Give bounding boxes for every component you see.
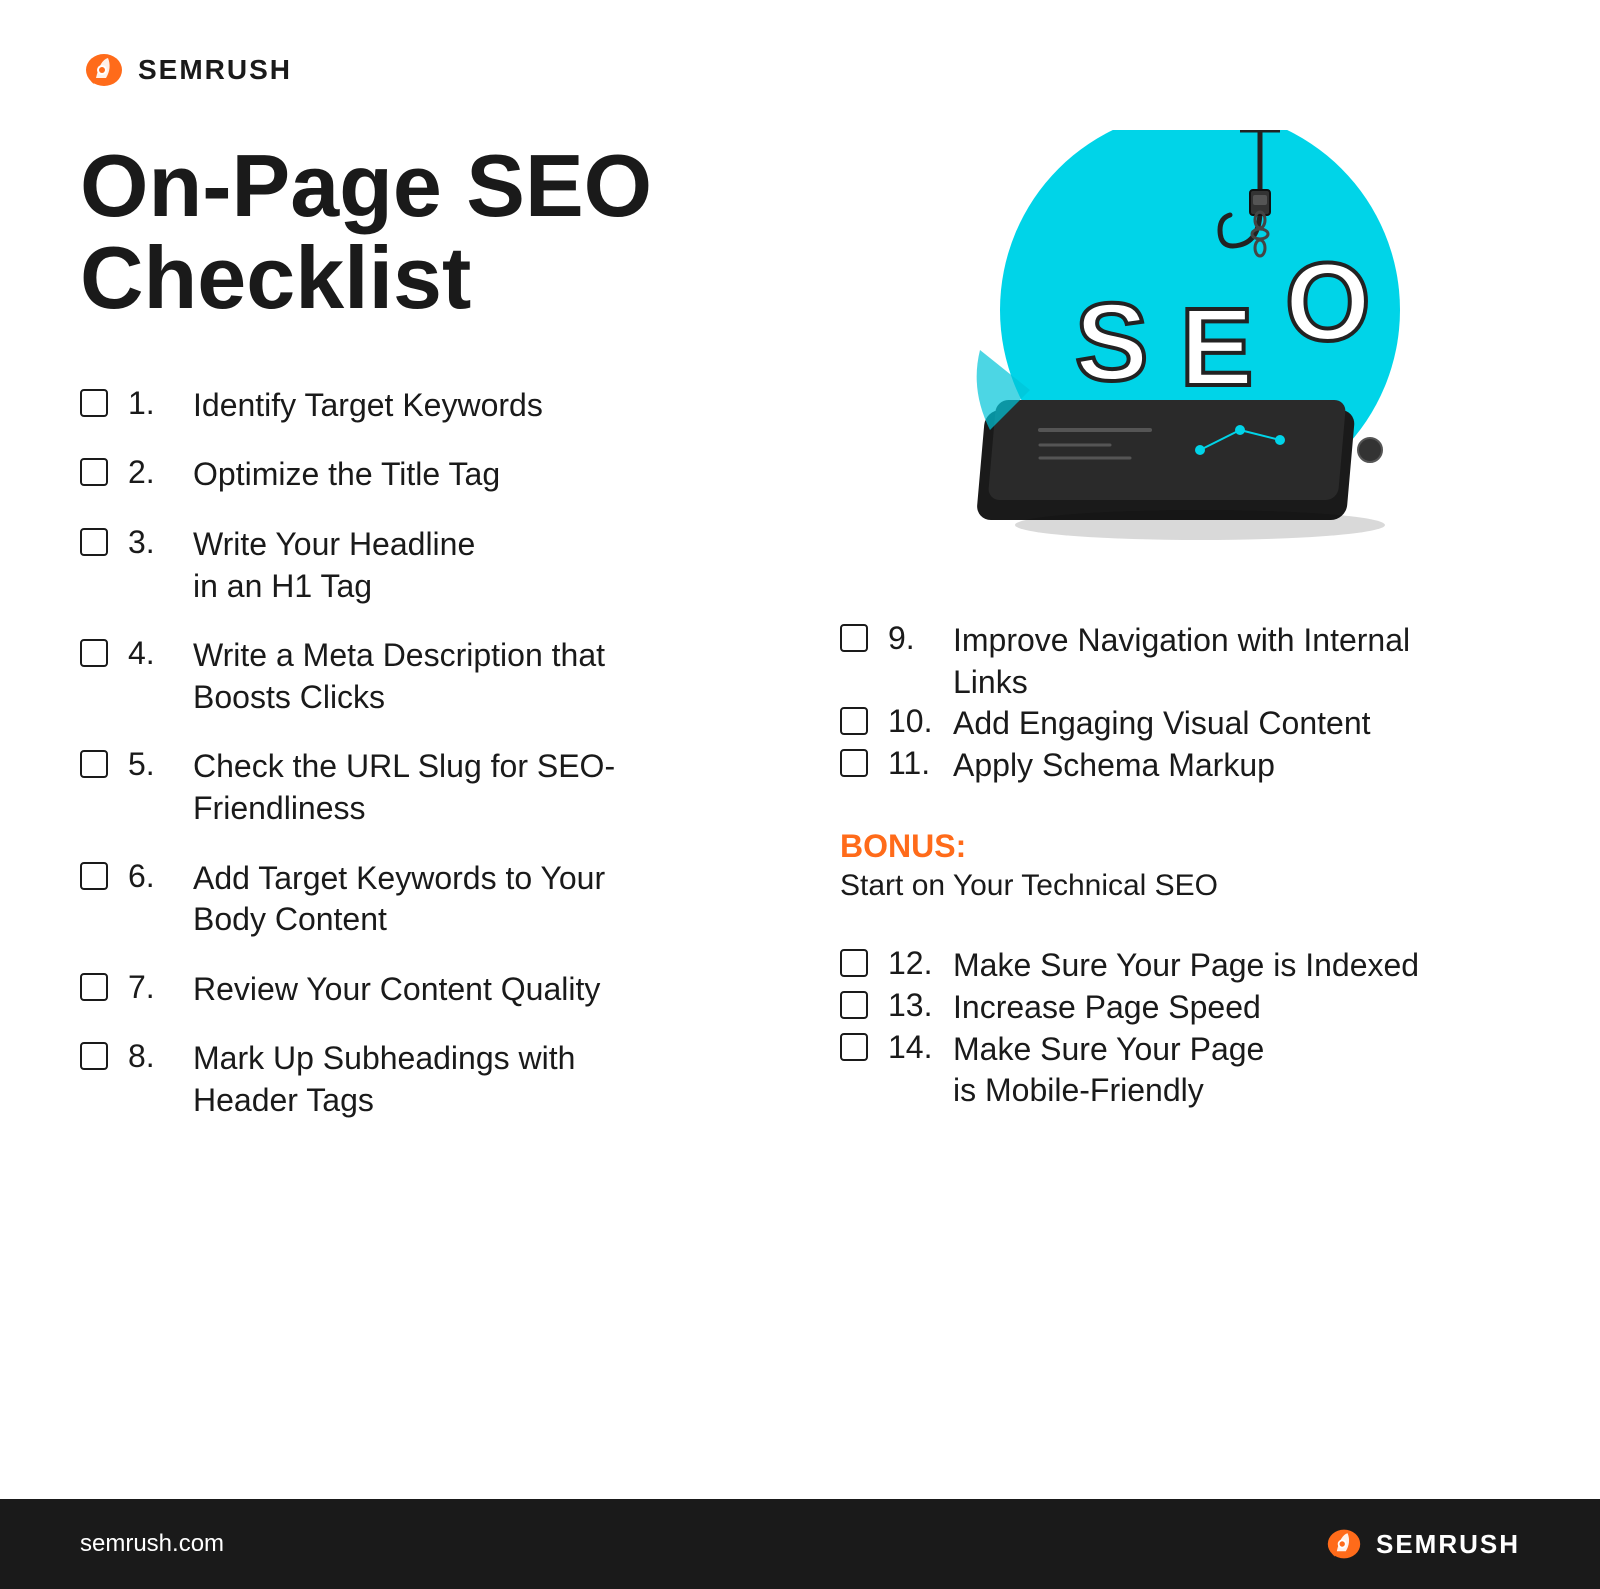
item-number-r9: 9. — [888, 620, 933, 657]
header-logo-text: SEMRUSH — [138, 54, 292, 86]
item-text-2: Optimize the Title Tag — [193, 454, 500, 496]
bonus-section: BONUS: Start on Your Technical SEO — [840, 818, 1520, 913]
item-number-4: 4. — [128, 635, 173, 672]
item-number-2: 2. — [128, 454, 173, 491]
checkbox-2[interactable] — [80, 458, 108, 486]
item-number-7: 7. — [128, 969, 173, 1006]
item-number-5: 5. — [128, 746, 173, 783]
checkbox-r9[interactable] — [840, 624, 868, 652]
svg-text:O: O — [1285, 241, 1371, 364]
illustration-area: S E O — [840, 130, 1520, 560]
item-text-r10: Add Engaging Visual Content — [953, 703, 1371, 745]
main-content: SEMRUSH On-Page SEO Checklist 1. Identif… — [0, 0, 1600, 1499]
left-checklist-item: 6. Add Target Keywords to YourBody Conte… — [80, 858, 780, 941]
checkbox-r10[interactable] — [840, 707, 868, 735]
right-checklist-item-bottom: 14. Make Sure Your Pageis Mobile-Friendl… — [840, 1029, 1520, 1112]
right-checklist-item-top: 10. Add Engaging Visual Content — [840, 703, 1520, 745]
left-checklist: 1. Identify Target Keywords 2. Optimize … — [80, 385, 780, 1122]
item-text-r9: Improve Navigation with InternalLinks — [953, 620, 1410, 703]
item-number-8: 8. — [128, 1038, 173, 1075]
item-text-8: Mark Up Subheadings withHeader Tags — [193, 1038, 575, 1121]
item-number-3: 3. — [128, 524, 173, 561]
item-number-r13: 13. — [888, 987, 933, 1024]
left-checklist-item: 3. Write Your Headlinein an H1 Tag — [80, 524, 780, 607]
item-text-4: Write a Meta Description thatBoosts Clic… — [193, 635, 605, 718]
checkbox-3[interactable] — [80, 528, 108, 556]
semrush-logo-icon — [80, 50, 128, 90]
page-body: On-Page SEO Checklist 1. Identify Target… — [80, 130, 1520, 1459]
footer: semrush.com SEMRUSH — [0, 1499, 1600, 1589]
item-number-r11: 11. — [888, 745, 933, 782]
svg-text:E: E — [1180, 286, 1253, 409]
item-text-5: Check the URL Slug for SEO-Friendliness — [193, 746, 615, 829]
item-text-6: Add Target Keywords to YourBody Content — [193, 858, 605, 941]
right-checklist-item-bottom: 12. Make Sure Your Page is Indexed — [840, 945, 1520, 987]
footer-url: semrush.com — [80, 1530, 224, 1558]
item-text-r14: Make Sure Your Pageis Mobile-Friendly — [953, 1029, 1264, 1112]
svg-text:S: S — [1075, 281, 1148, 404]
left-checklist-item: 2. Optimize the Title Tag — [80, 454, 780, 496]
checkbox-4[interactable] — [80, 639, 108, 667]
checkbox-r13[interactable] — [840, 991, 868, 1019]
left-checklist-item: 7. Review Your Content Quality — [80, 969, 780, 1011]
item-number-r14: 14. — [888, 1029, 933, 1066]
item-text-r12: Make Sure Your Page is Indexed — [953, 945, 1419, 987]
checkbox-8[interactable] — [80, 1042, 108, 1070]
checkbox-5[interactable] — [80, 750, 108, 778]
item-text-r11: Apply Schema Markup — [953, 745, 1275, 787]
footer-logo-icon — [1322, 1526, 1366, 1562]
item-text-7: Review Your Content Quality — [193, 969, 600, 1011]
checkbox-r11[interactable] — [840, 749, 868, 777]
right-column: S E O — [780, 130, 1520, 1459]
bonus-label: BONUS: — [840, 828, 1520, 865]
page-title: On-Page SEO Checklist — [80, 140, 780, 325]
seo-illustration: S E O — [930, 130, 1430, 560]
left-checklist-item: 5. Check the URL Slug for SEO-Friendline… — [80, 746, 780, 829]
right-checklist-item-bottom: 13. Increase Page Speed — [840, 987, 1520, 1029]
checkbox-6[interactable] — [80, 862, 108, 890]
item-number-r10: 10. — [888, 703, 933, 740]
right-checklist-item-top: 9. Improve Navigation with InternalLinks — [840, 620, 1520, 703]
item-number-6: 6. — [128, 858, 173, 895]
checkbox-r12[interactable] — [840, 949, 868, 977]
item-text-r13: Increase Page Speed — [953, 987, 1261, 1029]
item-number-r12: 12. — [888, 945, 933, 982]
item-number-1: 1. — [128, 385, 173, 422]
checkbox-1[interactable] — [80, 389, 108, 417]
item-text-1: Identify Target Keywords — [193, 385, 543, 427]
footer-logo: SEMRUSH — [1322, 1526, 1520, 1562]
right-checklist: 9. Improve Navigation with InternalLinks… — [840, 620, 1520, 1112]
checkbox-r14[interactable] — [840, 1033, 868, 1061]
left-checklist-item: 1. Identify Target Keywords — [80, 385, 780, 427]
checkbox-7[interactable] — [80, 973, 108, 1001]
left-column: On-Page SEO Checklist 1. Identify Target… — [80, 130, 780, 1459]
right-checklist-item-top: 11. Apply Schema Markup — [840, 745, 1520, 787]
left-checklist-item: 8. Mark Up Subheadings withHeader Tags — [80, 1038, 780, 1121]
item-text-3: Write Your Headlinein an H1 Tag — [193, 524, 475, 607]
left-checklist-item: 4. Write a Meta Description thatBoosts C… — [80, 635, 780, 718]
bonus-subtitle: Start on Your Technical SEO — [840, 869, 1520, 903]
header-logo: SEMRUSH — [80, 50, 1520, 90]
footer-logo-text: SEMRUSH — [1376, 1529, 1520, 1560]
